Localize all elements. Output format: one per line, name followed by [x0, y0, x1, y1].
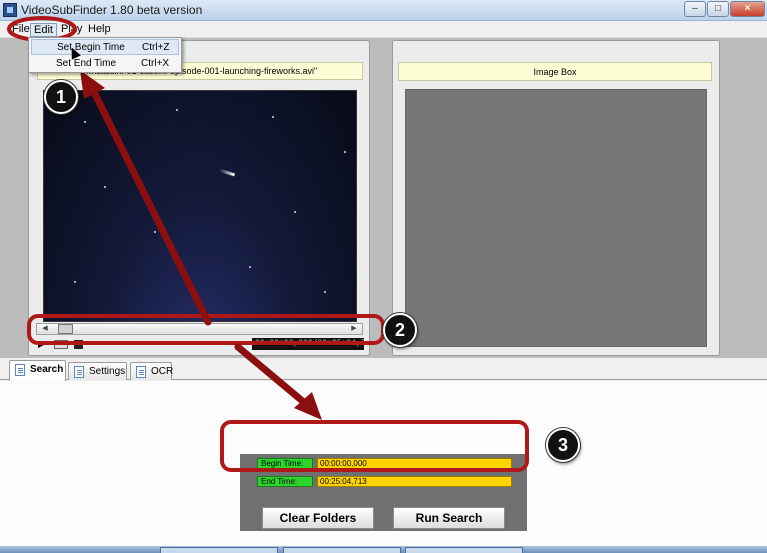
annotation-layer: [7, 16, 529, 472]
annotation-badge-1: 1: [44, 80, 78, 114]
arrow-to-time-fields: [234, 343, 310, 408]
menu-item-set-begin-time[interactable]: Set Begin Time Ctrl+Z: [31, 39, 179, 55]
annotation-badge-2: 2: [383, 313, 417, 347]
set-begin-time-label: Set Begin Time: [57, 42, 125, 53]
arrow-to-menu: [90, 88, 212, 326]
set-end-time-shortcut: Ctrl+X: [141, 58, 170, 69]
time-fields-highlight-box: [220, 420, 529, 472]
menu-item-set-end-time[interactable]: Set End Time Ctrl+X: [31, 56, 179, 72]
set-end-time-label: Set End Time: [56, 58, 117, 69]
annotation-badge-3: 3: [546, 428, 580, 462]
set-begin-time-shortcut: Ctrl+Z: [142, 42, 170, 53]
edit-dropdown-menu: Set Begin Time Ctrl+Z Set End Time Ctrl+…: [28, 37, 182, 73]
